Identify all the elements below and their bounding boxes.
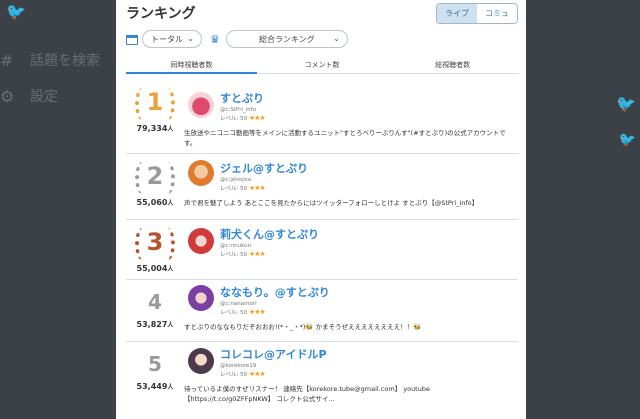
background-right-column: 🐦 🐦 bbox=[520, 0, 640, 419]
tab-comments[interactable]: コメント数 bbox=[257, 58, 388, 73]
silver-medal-icon: 2 bbox=[134, 160, 176, 196]
ranking-row[interactable]: 4 53,827人 ななもり。@すとぷり @c:nanamori レベル: 50… bbox=[126, 280, 518, 342]
channel-level: レベル: 50 ★★★ bbox=[220, 308, 266, 316]
rank-number: 4 bbox=[148, 290, 162, 314]
rank-column: 4 53,827人 bbox=[126, 280, 184, 329]
star-rating-icon: ★★★ bbox=[248, 308, 266, 316]
channel-name[interactable]: コレコレ@アイドルP bbox=[220, 346, 327, 362]
channel-level: レベル: 50 ★★★ bbox=[220, 250, 266, 258]
channel-info: ななもり。@すとぷり @c:nanamori レベル: 50 ★★★ bbox=[220, 284, 330, 316]
channel-handle: @korekore19 bbox=[220, 363, 257, 369]
sidebar-item-explore[interactable]: # 話題を検索 bbox=[0, 50, 100, 70]
channel-name[interactable]: すとぷり bbox=[220, 90, 265, 106]
ranking-modal: ランキング ライブ コミュ トータル ⌄ ♛ 総合ランキング ⌄ 同時視聴者数 … bbox=[116, 0, 526, 419]
bronze-medal-icon: 3 bbox=[134, 226, 176, 262]
bird-logo-icon: 🐦 bbox=[6, 2, 26, 21]
channel-info: ジェル@すとぷり @c:jelvoice レベル: 50 ★★★ bbox=[220, 160, 308, 192]
viewer-count: 55,004人 bbox=[136, 264, 174, 273]
filter-bar: トータル ⌄ ♛ 総合ランキング ⌄ bbox=[126, 30, 348, 48]
channel-description: 待っているよ僕のすぜリスナー！ 連絡先【korekore.tube@gmail.… bbox=[184, 385, 430, 403]
rank-number: 5 bbox=[148, 352, 162, 376]
channel-info: コレコレ@アイドルP @korekore19 レベル: 50 ★★★ bbox=[220, 346, 327, 378]
channel-handle: @c:rinukun bbox=[220, 243, 252, 249]
category-select-value: 総合ランキング bbox=[258, 34, 315, 44]
tab-total-viewers[interactable]: 総視聴者数 bbox=[387, 58, 518, 73]
toggle-live-button[interactable]: ライブ bbox=[437, 4, 477, 23]
period-select-value: トータル bbox=[151, 34, 183, 44]
ranking-row[interactable]: 1 79,334人 すとぷり @c:StPri_info レベル: 50 ★★★… bbox=[126, 78, 518, 154]
category-select[interactable]: 総合ランキング ⌄ bbox=[225, 30, 348, 48]
sidebar-item-label: 話題を検索 bbox=[30, 53, 100, 69]
ranking-row[interactable]: 3 55,004人 莉犬くん@すとぷり @c:rinukun レベル: 50 ★… bbox=[126, 220, 518, 280]
channel-handle: @c:nanamori bbox=[220, 301, 257, 307]
bird-icon: 🐦 bbox=[616, 94, 636, 113]
period-select[interactable]: トータル ⌄ bbox=[142, 30, 202, 48]
ranking-tabs: 同時視聴者数 コメント数 総視聴者数 bbox=[126, 58, 518, 74]
viewer-count: 55,060人 bbox=[136, 198, 174, 207]
avatar[interactable] bbox=[188, 160, 214, 186]
sidebar-item-label: 設定 bbox=[30, 89, 58, 105]
gold-medal-icon: 1 bbox=[134, 86, 176, 122]
viewer-count: 79,334人 bbox=[136, 124, 174, 133]
tab-concurrent-viewers[interactable]: 同時視聴者数 bbox=[126, 58, 257, 74]
channel-description: 声で君を魅了しよう あとここを見たからにはツイッターフォローしとけよ すとぷり【… bbox=[184, 199, 479, 207]
rank-column: 2 55,060人 bbox=[126, 154, 184, 207]
chevron-down-icon: ⌄ bbox=[333, 34, 340, 43]
channel-description: すとぷりのななもりだぞおおお!(*・_・*)🐝 かまそうぜええええええええ！！🐝 bbox=[184, 323, 422, 331]
star-rating-icon: ★★★ bbox=[248, 114, 266, 122]
calendar-icon bbox=[126, 33, 138, 45]
chevron-down-icon: ⌄ bbox=[187, 34, 194, 43]
ranking-row[interactable]: 2 55,060人 ジェル@すとぷり @c:jelvoice レベル: 50 ★… bbox=[126, 154, 518, 220]
avatar[interactable] bbox=[188, 348, 214, 374]
rank-number: 2 bbox=[146, 162, 164, 190]
gear-icon: ⚙ bbox=[0, 86, 15, 106]
viewer-count: 53,827人 bbox=[136, 320, 174, 329]
star-rating-icon: ★★★ bbox=[248, 370, 266, 378]
channel-level: レベル: 50 ★★★ bbox=[220, 184, 266, 192]
channel-name[interactable]: 莉犬くん@すとぷり bbox=[220, 226, 319, 242]
avatar[interactable] bbox=[188, 92, 214, 118]
modal-title: ランキング bbox=[126, 6, 196, 22]
channel-name[interactable]: ジェル@すとぷり bbox=[220, 160, 308, 176]
sidebar-item-settings[interactable]: ⚙ 設定 bbox=[0, 86, 58, 106]
rank-column: 1 79,334人 bbox=[126, 78, 184, 133]
channel-name[interactable]: ななもり。@すとぷり bbox=[220, 284, 330, 300]
channel-description: 生放送やニコニコ動画等をメインに活動するユニット"すとろべりーぷりんす"(#すと… bbox=[184, 129, 506, 147]
avatar[interactable] bbox=[188, 228, 214, 254]
star-rating-icon: ★★★ bbox=[248, 250, 266, 258]
rank-column: 5 53,449人 bbox=[126, 342, 184, 391]
rank-number: 3 bbox=[146, 228, 164, 256]
ranking-row[interactable]: 5 53,449人 コレコレ@アイドルP @korekore19 レベル: 50… bbox=[126, 342, 518, 412]
star-rating-icon: ★★★ bbox=[248, 184, 266, 192]
channel-handle: @c:StPri_info bbox=[220, 107, 257, 113]
live-community-toggle: ライブ コミュ bbox=[436, 3, 518, 24]
channel-info: すとぷり @c:StPri_info レベル: 50 ★★★ bbox=[220, 90, 266, 122]
channel-level: レベル: 50 ★★★ bbox=[220, 370, 266, 378]
toggle-community-button[interactable]: コミュ bbox=[477, 4, 517, 23]
hashtag-icon: # bbox=[0, 50, 14, 70]
bird-icon: 🐦 bbox=[618, 132, 636, 148]
rank-number: 1 bbox=[146, 88, 164, 116]
crown-icon: ♛ bbox=[210, 32, 220, 46]
channel-level: レベル: 50 ★★★ bbox=[220, 114, 266, 122]
viewer-count: 53,449人 bbox=[136, 382, 174, 391]
background-sidebar: 🐦 # 話題を検索 ⚙ 設定 bbox=[0, 0, 120, 419]
ranking-list: 1 79,334人 すとぷり @c:StPri_info レベル: 50 ★★★… bbox=[126, 78, 518, 412]
rank-column: 3 55,004人 bbox=[126, 220, 184, 273]
channel-info: 莉犬くん@すとぷり @c:rinukun レベル: 50 ★★★ bbox=[220, 226, 319, 258]
channel-handle: @c:jelvoice bbox=[220, 177, 252, 183]
avatar[interactable] bbox=[188, 285, 214, 311]
